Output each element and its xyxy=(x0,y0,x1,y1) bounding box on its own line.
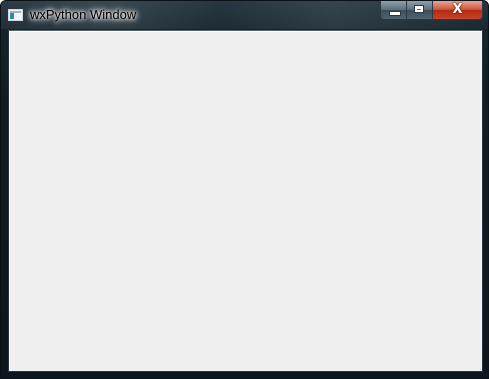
caption-buttons: X xyxy=(380,1,483,21)
minimize-button[interactable] xyxy=(380,1,407,20)
maximize-button[interactable] xyxy=(407,1,433,20)
app-window-icon[interactable] xyxy=(8,9,23,21)
maximize-icon xyxy=(414,5,424,13)
minimize-icon xyxy=(389,11,401,16)
client-area[interactable] xyxy=(8,30,483,372)
window-title: wxPython Window xyxy=(30,7,137,22)
close-icon: X xyxy=(452,2,463,17)
application-window: wxPython Window X xyxy=(0,0,489,379)
close-button[interactable]: X xyxy=(433,1,483,20)
